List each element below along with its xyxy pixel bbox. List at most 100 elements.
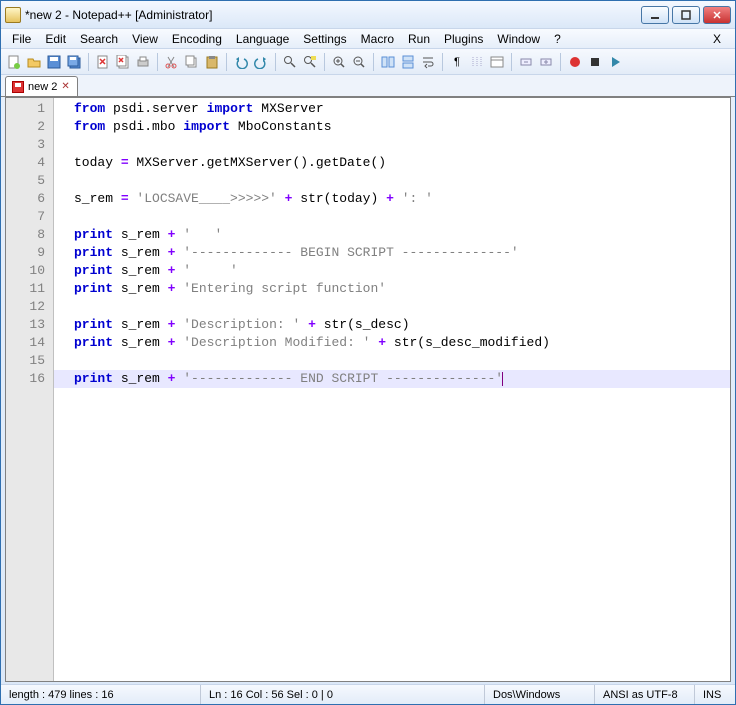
menu-file[interactable]: File bbox=[5, 30, 38, 48]
status-mode: INS bbox=[695, 685, 735, 704]
sync-v-icon[interactable] bbox=[379, 53, 397, 71]
line-number: 11 bbox=[6, 280, 53, 298]
code-line[interactable]: print s_rem + ' ' bbox=[54, 262, 730, 280]
open-file-icon[interactable] bbox=[25, 53, 43, 71]
close-file-icon[interactable] bbox=[94, 53, 112, 71]
status-eol: Dos\Windows bbox=[485, 685, 595, 704]
line-number: 16 bbox=[6, 370, 53, 388]
code-line[interactable] bbox=[54, 172, 730, 190]
toolbar-sep bbox=[324, 53, 325, 71]
lang-icon[interactable] bbox=[488, 53, 506, 71]
undo-icon[interactable] bbox=[232, 53, 250, 71]
save-all-icon[interactable] bbox=[65, 53, 83, 71]
new-file-icon[interactable] bbox=[5, 53, 23, 71]
record-macro-icon[interactable] bbox=[566, 53, 584, 71]
menu-window[interactable]: Window bbox=[490, 30, 547, 48]
print-icon[interactable] bbox=[134, 53, 152, 71]
line-number: 6 bbox=[6, 190, 53, 208]
line-number: 7 bbox=[6, 208, 53, 226]
code-line[interactable] bbox=[54, 298, 730, 316]
menu-language[interactable]: Language bbox=[229, 30, 296, 48]
code-line[interactable] bbox=[54, 208, 730, 226]
tab-label: new 2 bbox=[28, 81, 57, 93]
redo-icon[interactable] bbox=[252, 53, 270, 71]
menu-search[interactable]: Search bbox=[73, 30, 125, 48]
status-pos: Ln : 16 Col : 56 Sel : 0 | 0 bbox=[201, 685, 485, 704]
menu-macro[interactable]: Macro bbox=[354, 30, 401, 48]
menu-encoding[interactable]: Encoding bbox=[165, 30, 229, 48]
paste-icon[interactable] bbox=[203, 53, 221, 71]
code-line[interactable]: print s_rem + '------------- END SCRIPT … bbox=[54, 370, 730, 388]
titlebar[interactable]: *new 2 - Notepad++ [Administrator] bbox=[1, 1, 735, 29]
toolbar-sep bbox=[226, 53, 227, 71]
app-icon bbox=[5, 7, 21, 23]
copy-icon[interactable] bbox=[183, 53, 201, 71]
toolbar-sep bbox=[275, 53, 276, 71]
line-number: 2 bbox=[6, 118, 53, 136]
tab-close-icon[interactable]: ✕ bbox=[61, 82, 71, 92]
line-number: 5 bbox=[6, 172, 53, 190]
menu-close-x[interactable]: X bbox=[703, 30, 731, 48]
editor[interactable]: 12345678910111213141516 from psdi.server… bbox=[5, 97, 731, 682]
statusbar: length : 479 lines : 16 Ln : 16 Col : 56… bbox=[1, 684, 735, 704]
line-number: 13 bbox=[6, 316, 53, 334]
find-icon[interactable] bbox=[281, 53, 299, 71]
code-line[interactable]: print s_rem + 'Description: ' + str(s_de… bbox=[54, 316, 730, 334]
menu-plugins[interactable]: Plugins bbox=[437, 30, 490, 48]
menu-view[interactable]: View bbox=[125, 30, 165, 48]
line-number: 3 bbox=[6, 136, 53, 154]
tabbar: new 2 ✕ bbox=[1, 75, 735, 97]
save-icon[interactable] bbox=[45, 53, 63, 71]
play-macro-icon[interactable] bbox=[606, 53, 624, 71]
zoom-out-icon[interactable] bbox=[350, 53, 368, 71]
code-line[interactable] bbox=[54, 352, 730, 370]
toolbar-sep bbox=[560, 53, 561, 71]
replace-icon[interactable] bbox=[301, 53, 319, 71]
code-line[interactable]: from psdi.server import MXServer bbox=[54, 100, 730, 118]
unfold-icon[interactable] bbox=[537, 53, 555, 71]
code-line[interactable]: from psdi.mbo import MboConstants bbox=[54, 118, 730, 136]
menu-run[interactable]: Run bbox=[401, 30, 437, 48]
menu-help[interactable]: ? bbox=[547, 30, 568, 48]
toolbar-sep bbox=[442, 53, 443, 71]
line-number: 8 bbox=[6, 226, 53, 244]
indent-guide-icon[interactable] bbox=[468, 53, 486, 71]
menu-settings[interactable]: Settings bbox=[296, 30, 353, 48]
cut-icon[interactable] bbox=[163, 53, 181, 71]
code-line[interactable] bbox=[54, 136, 730, 154]
line-number: 10 bbox=[6, 262, 53, 280]
window-title: *new 2 - Notepad++ [Administrator] bbox=[25, 8, 638, 22]
wrap-icon[interactable] bbox=[419, 53, 437, 71]
code-area[interactable]: from psdi.server import MXServerfrom psd… bbox=[54, 98, 730, 681]
toolbar: ¶ bbox=[1, 49, 735, 75]
fold-icon[interactable] bbox=[517, 53, 535, 71]
code-line[interactable]: print s_rem + '------------- BEGIN SCRIP… bbox=[54, 244, 730, 262]
toolbar-sep bbox=[88, 53, 89, 71]
close-all-icon[interactable] bbox=[114, 53, 132, 71]
code-line[interactable]: print s_rem + 'Description Modified: ' +… bbox=[54, 334, 730, 352]
stop-macro-icon[interactable] bbox=[586, 53, 604, 71]
minimize-button[interactable] bbox=[641, 6, 669, 24]
tab-new2[interactable]: new 2 ✕ bbox=[5, 76, 78, 96]
gutter: 12345678910111213141516 bbox=[6, 98, 54, 681]
menubar: File Edit Search View Encoding Language … bbox=[1, 29, 735, 49]
window: *new 2 - Notepad++ [Administrator] File … bbox=[0, 0, 736, 705]
line-number: 12 bbox=[6, 298, 53, 316]
tab-unsaved-icon bbox=[12, 81, 24, 93]
line-number: 1 bbox=[6, 100, 53, 118]
code-line[interactable]: print s_rem + 'Entering script function' bbox=[54, 280, 730, 298]
zoom-in-icon[interactable] bbox=[330, 53, 348, 71]
line-number: 15 bbox=[6, 352, 53, 370]
show-chars-icon[interactable]: ¶ bbox=[448, 53, 466, 71]
line-number: 9 bbox=[6, 244, 53, 262]
toolbar-sep bbox=[511, 53, 512, 71]
menu-edit[interactable]: Edit bbox=[38, 30, 73, 48]
window-buttons bbox=[638, 6, 731, 24]
code-line[interactable]: print s_rem + ' ' bbox=[54, 226, 730, 244]
toolbar-sep bbox=[157, 53, 158, 71]
code-line[interactable]: s_rem = 'LOCSAVE____>>>>>' + str(today) … bbox=[54, 190, 730, 208]
close-button[interactable] bbox=[703, 6, 731, 24]
maximize-button[interactable] bbox=[672, 6, 700, 24]
sync-h-icon[interactable] bbox=[399, 53, 417, 71]
code-line[interactable]: today = MXServer.getMXServer().getDate() bbox=[54, 154, 730, 172]
